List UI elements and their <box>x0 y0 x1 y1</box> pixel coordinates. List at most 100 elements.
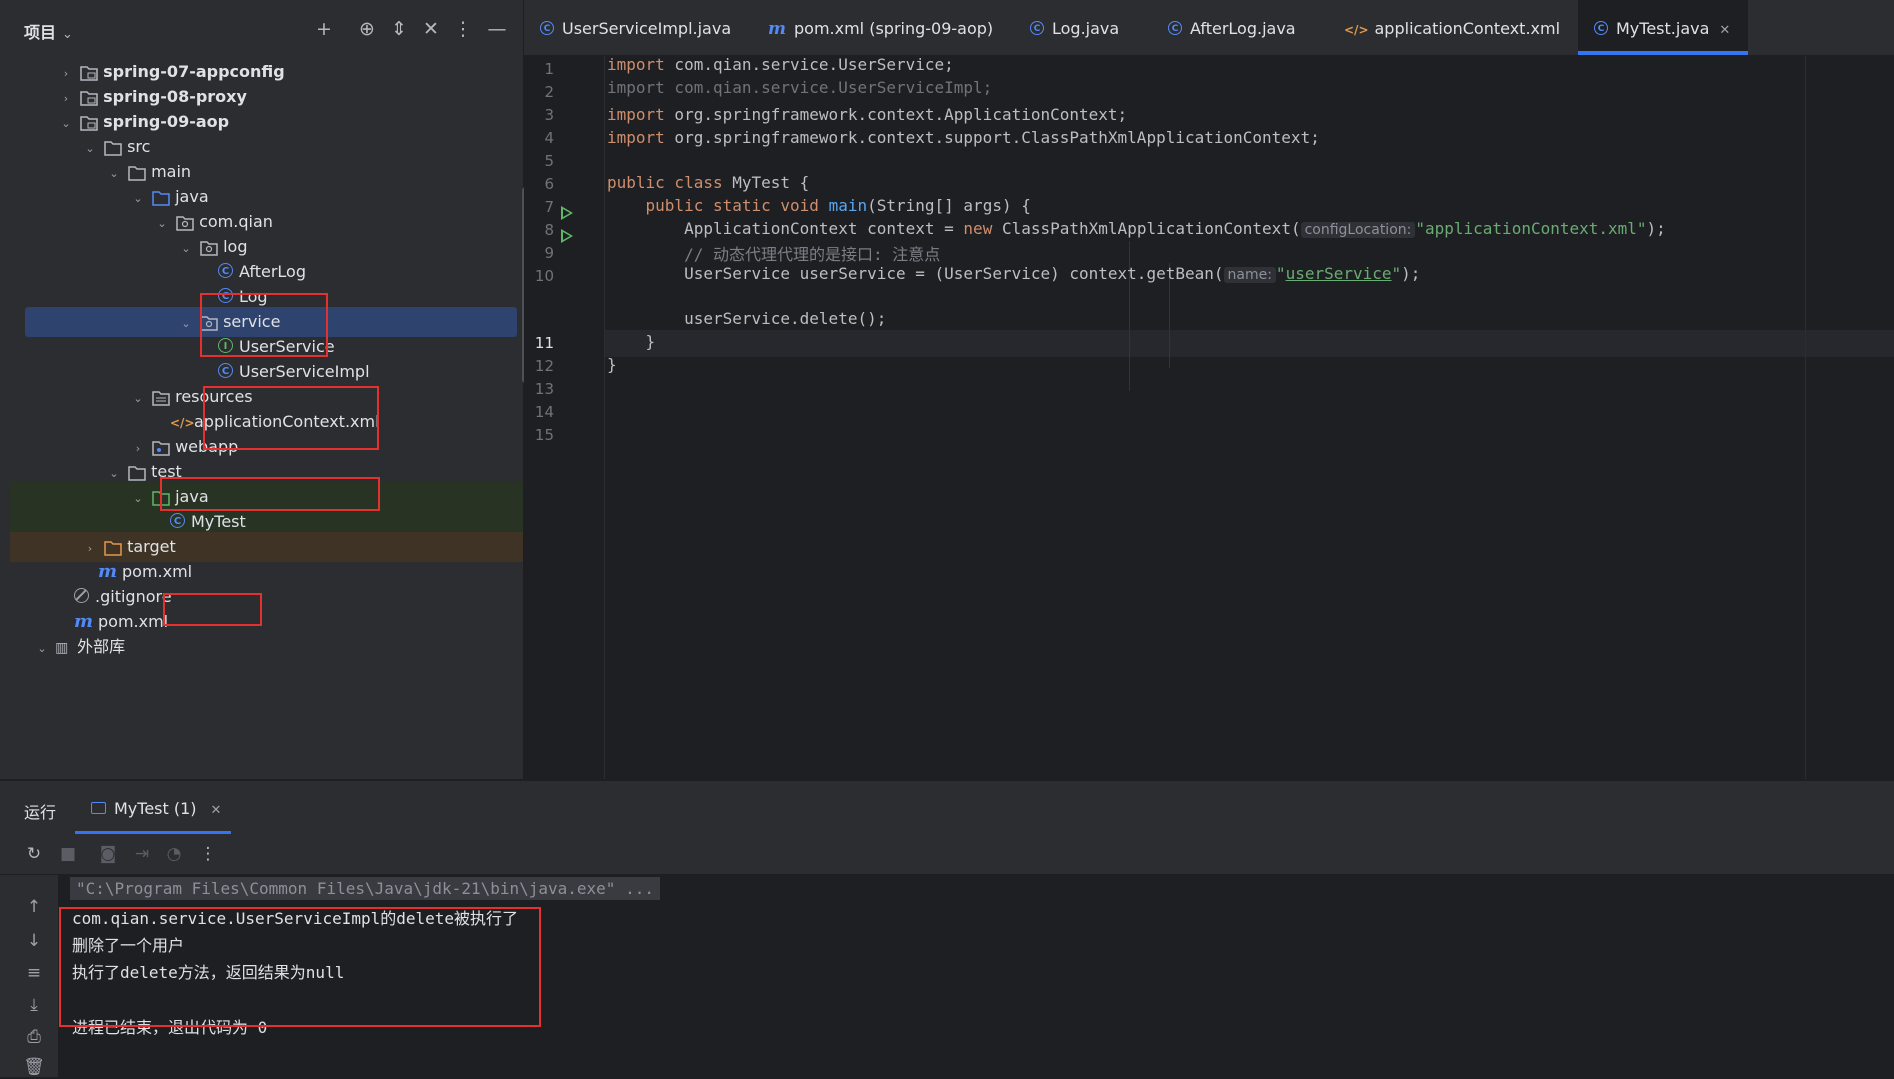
tab-label: MyTest.java <box>1616 19 1710 38</box>
folder-icon <box>127 462 147 481</box>
code-line-13: } <box>645 332 656 351</box>
project-view-selector[interactable]: 项目 ⌄ <box>24 19 73 43</box>
run-tab-label: MyTest (1) <box>114 799 197 818</box>
tab-log[interactable]: C Log.java <box>1030 0 1119 55</box>
module-folder-icon <box>79 112 99 131</box>
console-output[interactable]: "C:\Program Files\Common Files\Java\jdk-… <box>58 875 1894 1077</box>
camera-icon[interactable]: ◙ <box>96 842 120 866</box>
tree-item-label: .gitignore <box>95 587 172 606</box>
console-sidebar: ↑ ↓ ≡ ⤓ ⎙ 🗑 <box>0 875 58 1077</box>
tree-item-label: pom.xml <box>122 562 193 581</box>
more-options-icon[interactable]: ⋮ <box>450 16 476 42</box>
line-number: 1 <box>544 60 554 78</box>
line-number: 5 <box>544 152 554 170</box>
code-editor[interactable]: 1 2 3 4 5 6 7 8 9 10 11 12 13 14 15 impo… <box>524 55 1894 779</box>
current-line-highlight <box>605 330 1894 357</box>
test-class-icon: C <box>1594 20 1608 35</box>
tree-item-label: pom.xml <box>98 612 169 631</box>
line-number: 13 <box>534 380 554 398</box>
package-icon <box>199 312 219 331</box>
rerun-icon[interactable]: ↻ <box>22 842 46 866</box>
chevron-down-icon[interactable]: ⌄ <box>34 634 50 664</box>
tree-item-label: spring-07-appconfig <box>103 62 285 81</box>
code-line-2: import com.qian.service.UserServiceImpl; <box>607 78 993 97</box>
line-number-current: 11 <box>534 334 554 352</box>
tree-item-label: resources <box>175 387 253 406</box>
line-number: 3 <box>544 106 554 124</box>
folder-icon <box>127 162 147 181</box>
chevron-down-icon: ⌄ <box>62 27 73 42</box>
expand-all-icon[interactable]: ⇕ <box>386 16 412 42</box>
code-line-4: import org.springframework.context.suppo… <box>607 128 1320 147</box>
line-number: 4 <box>544 129 554 147</box>
console-line: 删除了一个用户 <box>72 936 185 955</box>
code-line-7: public static void main(String[] args) { <box>645 196 1031 215</box>
test-folder-icon <box>151 487 171 506</box>
folder-icon <box>103 137 123 156</box>
run-class-icon[interactable] <box>561 206 573 220</box>
tree-item-label: java <box>175 187 209 206</box>
tree-item-external-libraries[interactable]: ⌄ ▥ 外部库 <box>10 632 523 662</box>
xml-file-icon: </> <box>1344 23 1369 37</box>
package-icon <box>175 212 195 231</box>
hide-panel-icon[interactable]: — <box>484 16 510 42</box>
tab-label: applicationContext.xml <box>1374 19 1561 38</box>
parameter-hint: name: <box>1223 267 1276 283</box>
code-line-3: import org.springframework.context.Appli… <box>607 105 1128 124</box>
trash-icon[interactable]: 🗑 <box>22 1055 46 1079</box>
code-line-10: UserService userService = (UserService) … <box>684 264 1421 283</box>
locate-icon[interactable]: ⊕ <box>354 16 380 42</box>
collapse-all-icon[interactable]: ✕ <box>418 16 444 42</box>
maven-icon: m <box>768 19 786 39</box>
exit-icon[interactable]: ⇥ <box>130 842 154 866</box>
tab-applicationcontext[interactable]: </> applicationContext.xml <box>1344 0 1560 55</box>
excluded-folder-icon <box>103 537 123 556</box>
project-title: 项目 <box>24 23 57 42</box>
tree-item-label: spring-09-aop <box>103 112 230 131</box>
arrow-up-icon[interactable]: ↑ <box>22 895 46 919</box>
tab-mytest[interactable]: C MyTest.java ✕ <box>1578 0 1749 55</box>
soft-wrap-icon[interactable]: ≡ <box>22 961 46 985</box>
code-line-9: // 动态代理代理的是接口: 注意点 <box>684 245 941 264</box>
run-main-icon[interactable] <box>561 229 573 243</box>
more-options-icon[interactable]: ⋮ <box>196 842 220 866</box>
right-margin-guide <box>1805 56 1806 779</box>
print-icon[interactable]: ⎙ <box>22 1025 46 1049</box>
run-tab-mytest[interactable]: MyTest (1) ✕ <box>75 781 231 834</box>
interface-icon: I <box>218 338 233 353</box>
close-tab-icon[interactable]: ✕ <box>211 803 222 818</box>
scroll-to-end-icon[interactable]: ⤓ <box>22 993 46 1017</box>
arrow-down-icon[interactable]: ↓ <box>22 929 46 953</box>
console-line: com.qian.service.UserServiceImpl的delete被… <box>72 909 519 928</box>
class-icon: C <box>218 263 233 278</box>
module-folder-icon <box>79 87 99 106</box>
line-number: 14 <box>534 403 554 421</box>
tree-item-label: Log <box>239 287 268 306</box>
tree-item-label: AfterLog <box>239 262 306 281</box>
tree-item-label: MyTest <box>191 512 246 531</box>
tree-item-label: applicationContext.xml <box>194 412 380 431</box>
profiler-icon[interactable]: ◔ <box>162 842 186 866</box>
tab-afterlog[interactable]: C AfterLog.java <box>1168 0 1296 55</box>
run-panel-title: 运行 <box>24 803 57 822</box>
close-tab-icon[interactable]: ✕ <box>1719 23 1730 38</box>
tree-item-label: 外部库 <box>77 637 126 656</box>
tab-label: pom.xml (spring-09-aop) <box>794 19 994 38</box>
test-class-icon: C <box>170 513 185 528</box>
console-exit-line: 进程已结束，退出代码为 0 <box>72 1018 268 1037</box>
line-number: 12 <box>534 357 554 375</box>
tree-item-label: com.qian <box>199 212 273 231</box>
parameter-hint: configLocation: <box>1300 222 1416 238</box>
tree-item-label: main <box>151 162 192 181</box>
tab-userserviceimpl[interactable]: C UserServiceImpl.java <box>540 0 731 55</box>
console-command-line: "C:\Program Files\Common Files\Java\jdk-… <box>70 877 660 900</box>
class-icon: C <box>540 20 554 35</box>
tab-pom-xml[interactable]: m pom.xml (spring-09-aop) <box>768 0 993 55</box>
tree-item-label: service <box>223 312 281 331</box>
stop-icon[interactable]: ■ <box>56 842 80 866</box>
class-icon: C <box>218 363 233 378</box>
editor-tab-bar: C UserServiceImpl.java m pom.xml (spring-0… <box>524 0 1894 56</box>
tree-item-label: webapp <box>175 437 239 456</box>
line-number: 15 <box>534 426 554 444</box>
new-file-icon[interactable]: + <box>311 16 337 42</box>
